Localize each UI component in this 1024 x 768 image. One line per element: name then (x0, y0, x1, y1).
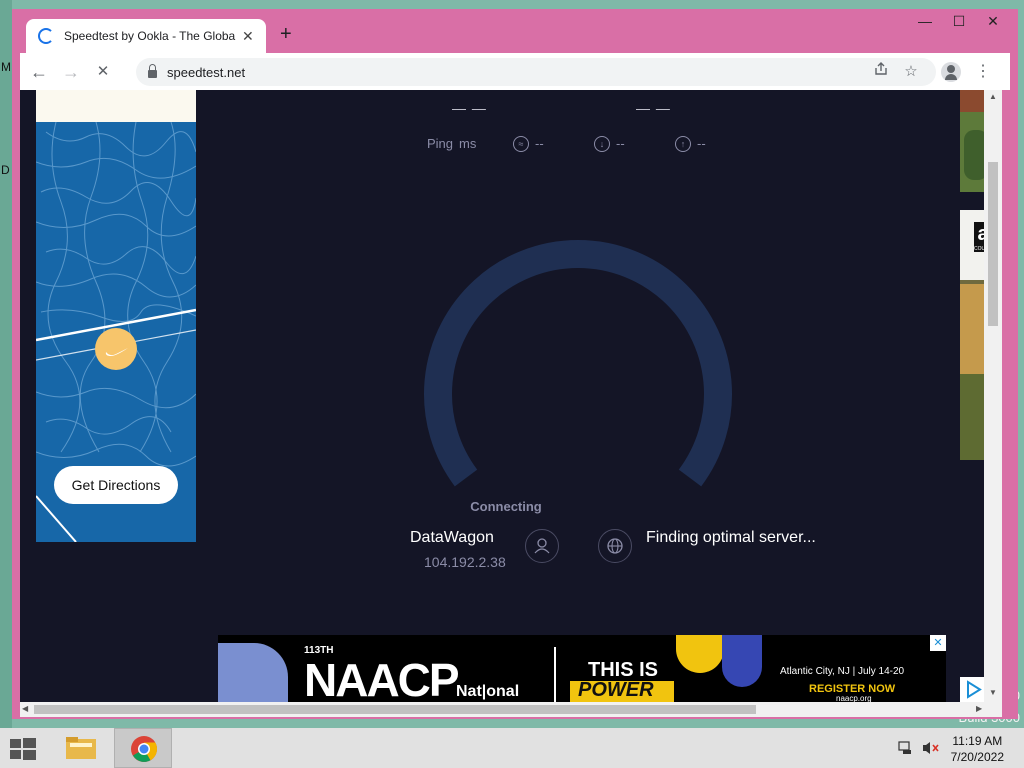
isp-ip-address: 104.192.2.38 (424, 554, 506, 570)
page-content: Get Directions — — — — Ping ms ≈ -- ↓ --… (20, 90, 992, 702)
ad-close-icon[interactable]: ✕ (930, 635, 946, 651)
forward-button[interactable]: → (58, 59, 84, 85)
globe-icon[interactable] (598, 529, 632, 563)
browser-toolbar: ← → ✕ speedtest.net ☆ ⋮ (20, 53, 1010, 90)
horizontal-scroll-thumb[interactable] (34, 705, 756, 714)
taskbar: 11:19 AM 7/20/2022 (0, 728, 1024, 768)
ping-label: Ping (427, 136, 454, 151)
back-button[interactable]: ← (26, 59, 52, 85)
ad-bottom-shape (218, 643, 288, 702)
file-explorer-button[interactable] (62, 733, 100, 763)
clock-date: 7/20/2022 (950, 750, 1004, 764)
upload-arrow-icon: ↑ (675, 136, 691, 152)
chrome-icon (131, 736, 158, 762)
loading-spinner-icon (38, 28, 54, 44)
download-arrow-icon: ↓ (594, 136, 610, 152)
profile-avatar-icon (941, 62, 961, 82)
chrome-taskbar-button[interactable] (114, 728, 172, 768)
speed-gauge (424, 240, 732, 487)
ping-unit: ms (459, 136, 477, 151)
desktop-icon-label: D (1, 163, 10, 177)
ad-event-info: Atlantic City, NJ | July 14-20 (780, 666, 905, 677)
ad-yellow-shape (676, 635, 724, 673)
volume-muted-icon[interactable] (922, 740, 940, 761)
adchoices-icon[interactable] (960, 677, 986, 702)
stop-loading-button[interactable]: ✕ (90, 59, 116, 85)
close-window-button[interactable]: ✕ (976, 13, 1010, 30)
desktop-icon-label: M (1, 60, 11, 74)
download-ping-value: -- (616, 136, 625, 151)
scroll-right-icon[interactable]: ▶ (976, 704, 982, 713)
ad-slogan-line2: POWER (578, 679, 654, 701)
scroll-left-icon[interactable]: ◀ (22, 704, 28, 713)
swoosh-logo-icon (105, 348, 128, 356)
ad-national: Nat|onal (456, 683, 520, 700)
ad-bottom-naacp[interactable]: 113TH NAACP Nat|onal THIS IS POWER Atlan… (218, 635, 946, 702)
vertical-scrollbar[interactable]: ▲ ▼ (984, 90, 1002, 702)
ad-divider (554, 647, 556, 702)
jitter-icon: ≈ (513, 136, 529, 152)
scroll-up-icon[interactable]: ▲ (989, 92, 997, 101)
ad-blue-shape (722, 635, 762, 687)
maximize-button[interactable]: ☐ (942, 13, 976, 30)
jitter-value: -- (535, 136, 544, 151)
profile-button[interactable] (938, 59, 964, 85)
tab-title: Speedtest by Ookla - The Global Broadban… (64, 29, 236, 43)
vertical-scroll-thumb[interactable] (988, 162, 998, 326)
ad-left-header (36, 90, 196, 122)
system-clock[interactable]: 11:19 AM 7/20/2022 (951, 733, 1004, 765)
address-bar[interactable]: speedtest.net (136, 58, 936, 86)
upload-ping-value: -- (697, 136, 706, 151)
menu-kebab-icon[interactable]: ⋮ (970, 59, 996, 85)
ad-site: naacp.org (836, 694, 872, 702)
upload-speed-value: — — (636, 100, 671, 116)
title-bar: Speedtest by Ookla - The Global Broadban… (12, 9, 1018, 53)
download-speed-value: — — (452, 100, 487, 116)
start-button[interactable] (8, 736, 38, 767)
ad-org-name: NAACP (304, 654, 460, 702)
tab-speedtest[interactable]: Speedtest by Ookla - The Global Broadban… (26, 19, 266, 53)
connection-status: Connecting (470, 499, 542, 514)
desktop-background (0, 0, 12, 728)
windows-logo-icon (10, 738, 36, 760)
lock-icon (148, 64, 157, 78)
tab-close-icon[interactable]: ✕ (242, 28, 254, 45)
browser-window: Speedtest by Ookla - The Global Broadban… (12, 9, 1018, 719)
isp-name: DataWagon (410, 529, 494, 546)
clock-time: 11:19 AM (952, 734, 1003, 748)
network-icon[interactable] (898, 740, 914, 761)
user-icon[interactable] (525, 529, 559, 563)
minimize-button[interactable]: — (908, 13, 942, 29)
map-location-pin (95, 328, 137, 370)
scroll-down-icon[interactable]: ▼ (989, 688, 997, 697)
ad-left-map[interactable]: Get Directions (36, 90, 196, 542)
url-text[interactable]: speedtest.net (167, 65, 245, 80)
server-status: Finding optimal server... (646, 529, 816, 546)
share-icon[interactable] (868, 59, 894, 85)
bookmark-star-icon[interactable]: ☆ (898, 59, 924, 85)
folder-icon (66, 737, 96, 759)
horizontal-scrollbar[interactable]: ◀ ▶ (20, 702, 1002, 717)
new-tab-button[interactable]: + (280, 23, 292, 46)
